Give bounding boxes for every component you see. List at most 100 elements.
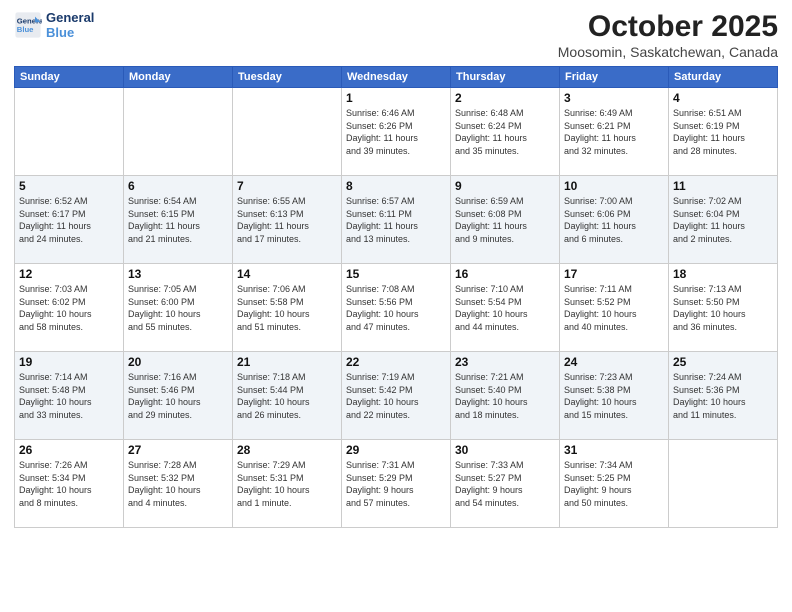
day-number: 16 <box>455 267 555 281</box>
calendar-cell: 4 Sunrise: 6:51 AM Sunset: 6:19 PM Daylig… <box>669 88 778 176</box>
calendar-cell: 5 Sunrise: 6:52 AM Sunset: 6:17 PM Daylig… <box>15 176 124 264</box>
calendar-cell: 9 Sunrise: 6:59 AM Sunset: 6:08 PM Daylig… <box>451 176 560 264</box>
header-saturday: Saturday <box>669 67 778 88</box>
day-number: 14 <box>237 267 337 281</box>
calendar-cell: 12 Sunrise: 7:03 AM Sunset: 6:02 PM Dayli… <box>15 264 124 352</box>
calendar-cell: 17Sunrise: 7:11 AM Sunset: 5:52 PM Dayli… <box>560 264 669 352</box>
header-monday: Monday <box>124 67 233 88</box>
day-info: Sunrise: 7:02 AM Sunset: 6:04 PM Dayligh… <box>673 195 773 245</box>
calendar-cell: 25 Sunrise: 7:24 AM Sunset: 5:36 PM Dayli… <box>669 352 778 440</box>
day-info: Sunrise: 7:26 AM Sunset: 5:34 PM Dayligh… <box>19 459 119 509</box>
day-number: 10 <box>564 179 664 193</box>
day-info: Sunrise: 7:24 AM Sunset: 5:36 PM Dayligh… <box>673 371 773 421</box>
day-number: 11 <box>673 179 773 193</box>
calendar-cell: 8 Sunrise: 6:57 AM Sunset: 6:11 PM Daylig… <box>342 176 451 264</box>
day-info: Sunrise: 7:03 AM Sunset: 6:02 PM Dayligh… <box>19 283 119 333</box>
calendar-cell: 16Sunrise: 7:10 AM Sunset: 5:54 PM Dayli… <box>451 264 560 352</box>
calendar-body: 1Sunrise: 6:46 AM Sunset: 6:26 PM Daylig… <box>15 88 778 528</box>
day-number: 18 <box>673 267 773 281</box>
calendar-week-row: 26 Sunrise: 7:26 AM Sunset: 5:34 PM Dayli… <box>15 440 778 528</box>
calendar-cell: 27Sunrise: 7:28 AM Sunset: 5:32 PM Dayli… <box>124 440 233 528</box>
calendar-cell: 18 Sunrise: 7:13 AM Sunset: 5:50 PM Dayli… <box>669 264 778 352</box>
day-number: 2 <box>455 91 555 105</box>
calendar-header-row: Sunday Monday Tuesday Wednesday Thursday… <box>15 67 778 88</box>
day-info: Sunrise: 6:54 AM Sunset: 6:15 PM Dayligh… <box>128 195 228 245</box>
day-number: 31 <box>564 443 664 457</box>
calendar-cell: 6Sunrise: 6:54 AM Sunset: 6:15 PM Daylig… <box>124 176 233 264</box>
day-number: 13 <box>128 267 228 281</box>
logo-icon: General Blue <box>14 11 42 39</box>
day-number: 9 <box>455 179 555 193</box>
day-info: Sunrise: 6:49 AM Sunset: 6:21 PM Dayligh… <box>564 107 664 157</box>
header-friday: Friday <box>560 67 669 88</box>
day-info: Sunrise: 7:18 AM Sunset: 5:44 PM Dayligh… <box>237 371 337 421</box>
day-number: 12 <box>19 267 119 281</box>
day-info: Sunrise: 7:34 AM Sunset: 5:25 PM Dayligh… <box>564 459 664 509</box>
month-title: October 2025 <box>558 10 778 44</box>
calendar-cell: 2 Sunrise: 6:48 AM Sunset: 6:24 PM Daylig… <box>451 88 560 176</box>
calendar-cell <box>15 88 124 176</box>
day-number: 21 <box>237 355 337 369</box>
calendar-cell <box>233 88 342 176</box>
day-info: Sunrise: 7:33 AM Sunset: 5:27 PM Dayligh… <box>455 459 555 509</box>
calendar-cell: 21 Sunrise: 7:18 AM Sunset: 5:44 PM Dayli… <box>233 352 342 440</box>
calendar-cell: 31 Sunrise: 7:34 AM Sunset: 5:25 PM Dayli… <box>560 440 669 528</box>
calendar-cell: 15Sunrise: 7:08 AM Sunset: 5:56 PM Dayli… <box>342 264 451 352</box>
calendar-cell: 13 Sunrise: 7:05 AM Sunset: 6:00 PM Dayli… <box>124 264 233 352</box>
calendar-cell: 1Sunrise: 6:46 AM Sunset: 6:26 PM Daylig… <box>342 88 451 176</box>
day-info: Sunrise: 6:55 AM Sunset: 6:13 PM Dayligh… <box>237 195 337 245</box>
day-number: 30 <box>455 443 555 457</box>
day-info: Sunrise: 7:05 AM Sunset: 6:00 PM Dayligh… <box>128 283 228 333</box>
calendar-cell: 20Sunrise: 7:16 AM Sunset: 5:46 PM Dayli… <box>124 352 233 440</box>
day-info: Sunrise: 6:57 AM Sunset: 6:11 PM Dayligh… <box>346 195 446 245</box>
day-number: 7 <box>237 179 337 193</box>
day-number: 15 <box>346 267 446 281</box>
calendar-cell <box>124 88 233 176</box>
day-number: 3 <box>564 91 664 105</box>
calendar-week-row: 5 Sunrise: 6:52 AM Sunset: 6:17 PM Daylig… <box>15 176 778 264</box>
day-number: 26 <box>19 443 119 457</box>
day-info: Sunrise: 6:59 AM Sunset: 6:08 PM Dayligh… <box>455 195 555 245</box>
calendar-cell: 26 Sunrise: 7:26 AM Sunset: 5:34 PM Dayli… <box>15 440 124 528</box>
header-tuesday: Tuesday <box>233 67 342 88</box>
svg-text:Blue: Blue <box>17 25 34 34</box>
day-number: 24 <box>564 355 664 369</box>
calendar-cell: 19Sunrise: 7:14 AM Sunset: 5:48 PM Dayli… <box>15 352 124 440</box>
header-sunday: Sunday <box>15 67 124 88</box>
header-thursday: Thursday <box>451 67 560 88</box>
calendar-cell: 10 Sunrise: 7:00 AM Sunset: 6:06 PM Dayli… <box>560 176 669 264</box>
day-number: 27 <box>128 443 228 457</box>
day-info: Sunrise: 7:00 AM Sunset: 6:06 PM Dayligh… <box>564 195 664 245</box>
day-number: 28 <box>237 443 337 457</box>
day-number: 4 <box>673 91 773 105</box>
location-title: Moosomin, Saskatchewan, Canada <box>558 44 778 60</box>
calendar-cell <box>669 440 778 528</box>
day-number: 29 <box>346 443 446 457</box>
calendar-week-row: 1Sunrise: 6:46 AM Sunset: 6:26 PM Daylig… <box>15 88 778 176</box>
day-number: 8 <box>346 179 446 193</box>
day-info: Sunrise: 6:52 AM Sunset: 6:17 PM Dayligh… <box>19 195 119 245</box>
calendar-cell: 22Sunrise: 7:19 AM Sunset: 5:42 PM Dayli… <box>342 352 451 440</box>
day-number: 1 <box>346 91 446 105</box>
day-number: 23 <box>455 355 555 369</box>
calendar-cell: 11 Sunrise: 7:02 AM Sunset: 6:04 PM Dayli… <box>669 176 778 264</box>
day-info: Sunrise: 6:51 AM Sunset: 6:19 PM Dayligh… <box>673 107 773 157</box>
day-info: Sunrise: 7:13 AM Sunset: 5:50 PM Dayligh… <box>673 283 773 333</box>
calendar-cell: 29 Sunrise: 7:31 AM Sunset: 5:29 PM Dayli… <box>342 440 451 528</box>
calendar-week-row: 19Sunrise: 7:14 AM Sunset: 5:48 PM Dayli… <box>15 352 778 440</box>
day-info: Sunrise: 7:31 AM Sunset: 5:29 PM Dayligh… <box>346 459 446 509</box>
day-number: 22 <box>346 355 446 369</box>
calendar-cell: 3 Sunrise: 6:49 AM Sunset: 6:21 PM Daylig… <box>560 88 669 176</box>
day-info: Sunrise: 6:48 AM Sunset: 6:24 PM Dayligh… <box>455 107 555 157</box>
day-number: 17 <box>564 267 664 281</box>
day-info: Sunrise: 7:14 AM Sunset: 5:48 PM Dayligh… <box>19 371 119 421</box>
day-number: 25 <box>673 355 773 369</box>
header-wednesday: Wednesday <box>342 67 451 88</box>
logo-text: General <box>46 10 94 25</box>
calendar-cell: 24Sunrise: 7:23 AM Sunset: 5:38 PM Dayli… <box>560 352 669 440</box>
page-container: General Blue General Blue October 2025 M… <box>0 0 792 534</box>
day-info: Sunrise: 7:16 AM Sunset: 5:46 PM Dayligh… <box>128 371 228 421</box>
day-number: 5 <box>19 179 119 193</box>
logo-blue: Blue <box>46 25 94 40</box>
calendar-week-row: 12 Sunrise: 7:03 AM Sunset: 6:02 PM Dayli… <box>15 264 778 352</box>
